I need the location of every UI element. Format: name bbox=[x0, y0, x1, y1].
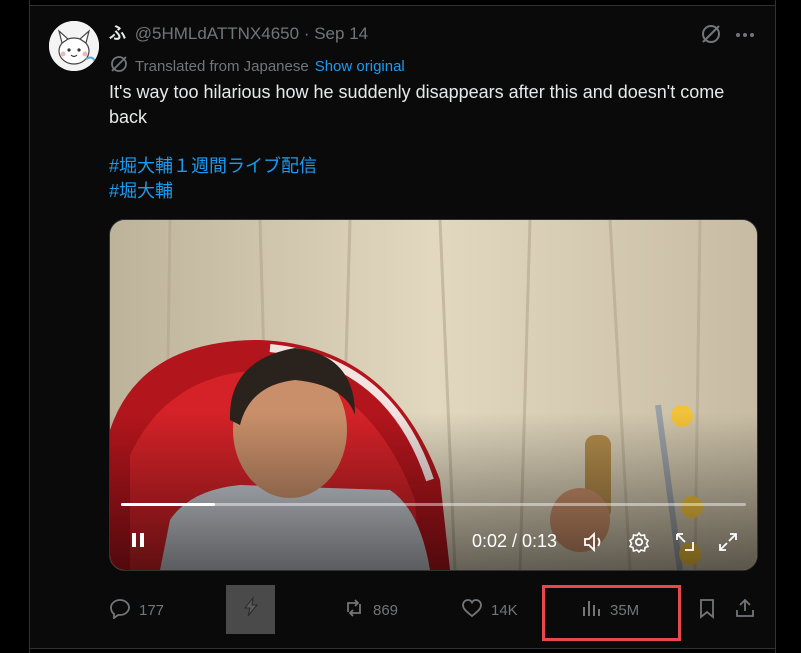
repost-icon bbox=[343, 597, 365, 623]
volume-icon[interactable] bbox=[582, 530, 606, 559]
lightning-icon bbox=[240, 596, 262, 623]
video-progress-fill bbox=[121, 503, 215, 506]
post-text: It's way too hilarious how he suddenly d… bbox=[109, 82, 725, 127]
divider-right bbox=[775, 0, 776, 653]
bookmark-icon bbox=[696, 597, 718, 623]
translate-icon bbox=[109, 54, 129, 79]
translated-label: Translated from Japanese bbox=[135, 57, 309, 75]
settings-icon[interactable] bbox=[627, 530, 651, 559]
bookmark-button[interactable] bbox=[696, 598, 718, 622]
display-name[interactable]: ふ bbox=[109, 24, 126, 43]
video-player[interactable]: 0:02 / 0:13 bbox=[109, 219, 758, 571]
reply-count: 177 bbox=[139, 601, 165, 619]
show-original-link[interactable]: Show original bbox=[315, 58, 405, 76]
share-icon bbox=[734, 597, 756, 623]
grok-icon[interactable] bbox=[700, 23, 722, 50]
hashtag-link[interactable]: #堀大輔１週間ライブ配信 bbox=[109, 154, 317, 179]
post-header: ふ @5HMLdATTNX4650 · Sep 14 bbox=[109, 24, 368, 44]
reply-button[interactable]: 177 bbox=[109, 598, 164, 622]
post-date[interactable]: Sep 14 bbox=[314, 24, 368, 43]
separator-dot: · bbox=[303, 24, 310, 43]
divider-bottom bbox=[29, 648, 776, 649]
fullscreen-icon[interactable] bbox=[716, 530, 740, 559]
video-frame bbox=[110, 220, 757, 570]
avatar[interactable] bbox=[49, 21, 99, 71]
pause-icon[interactable] bbox=[128, 530, 148, 555]
like-count: 14K bbox=[491, 601, 518, 619]
views-highlight-box bbox=[542, 585, 681, 641]
boost-button[interactable] bbox=[226, 585, 275, 634]
share-button[interactable] bbox=[734, 598, 756, 622]
video-progress-bar[interactable] bbox=[121, 503, 746, 506]
more-options-icon[interactable] bbox=[734, 24, 756, 51]
pop-out-icon[interactable] bbox=[673, 530, 697, 559]
repost-count: 869 bbox=[373, 601, 399, 619]
like-button[interactable]: 14K bbox=[461, 598, 518, 622]
repost-button[interactable]: 869 bbox=[343, 598, 398, 622]
translation-notice: Translated from Japanese Show original bbox=[109, 54, 405, 79]
video-time: 0:02 / 0:13 bbox=[472, 531, 558, 551]
heart-icon bbox=[461, 597, 483, 623]
user-handle[interactable]: @5HMLdATTNX4650 bbox=[135, 24, 299, 43]
hashtag-link[interactable]: #堀大輔 bbox=[109, 179, 173, 204]
reply-icon bbox=[109, 597, 131, 623]
